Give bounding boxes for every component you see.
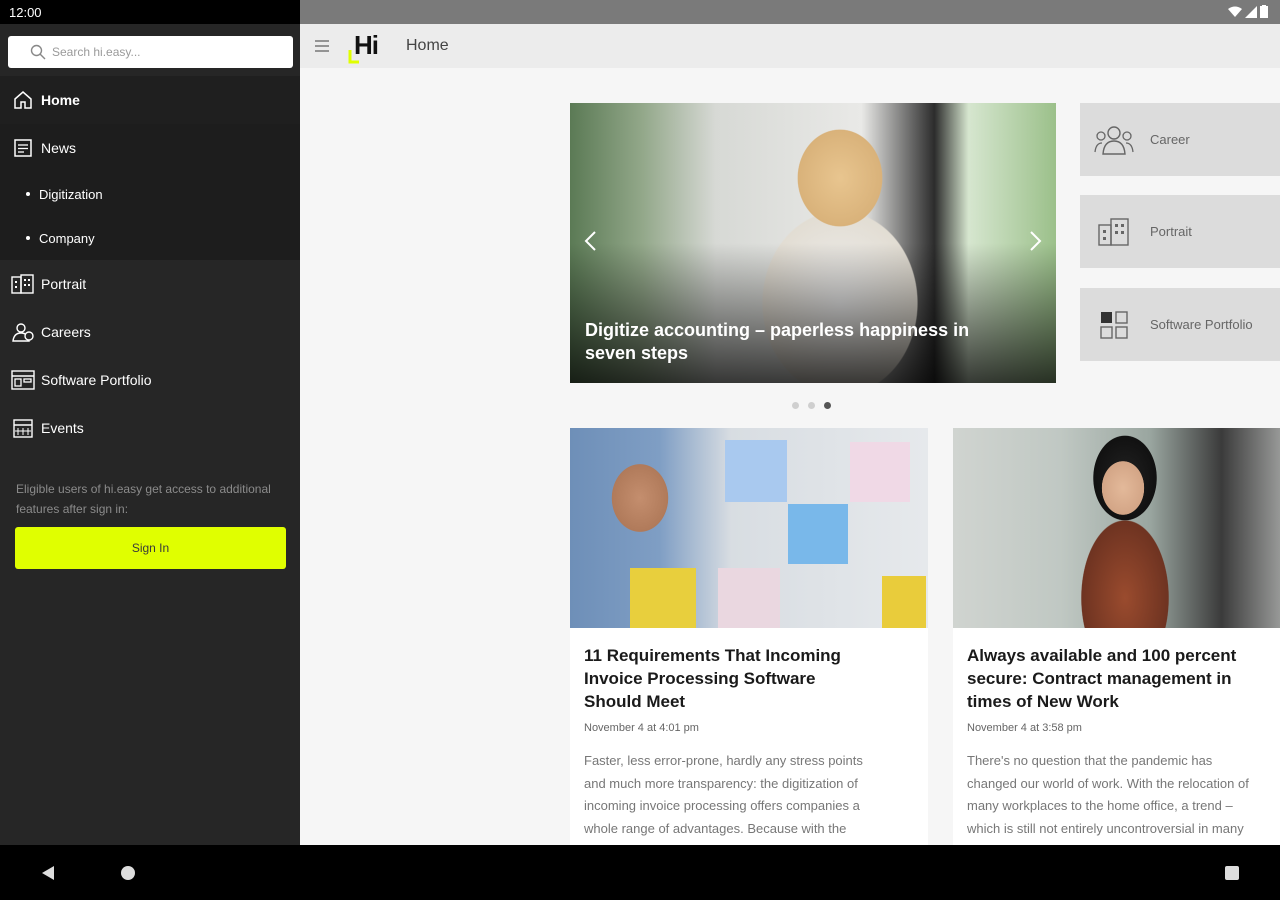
recents-button[interactable] bbox=[1220, 861, 1244, 885]
article-title[interactable]: Always available and 100 percent secure:… bbox=[967, 644, 1280, 713]
screen: 12:00 Home bbox=[0, 0, 1280, 900]
status-bar-right bbox=[300, 0, 1280, 24]
tile-software-portfolio[interactable]: Software Portfolio bbox=[1080, 288, 1280, 361]
portfolio-icon bbox=[11, 368, 35, 392]
battery-icon bbox=[1260, 5, 1268, 18]
article-card[interactable]: 11 Requirements That Incoming Invoice Pr… bbox=[570, 428, 928, 845]
sidebar-subitem-company[interactable]: Company bbox=[0, 216, 300, 260]
tile-label: Portrait bbox=[1150, 224, 1192, 239]
sidebar-item-label: Events bbox=[41, 420, 84, 436]
logo-mark-icon bbox=[348, 50, 359, 64]
tile-portrait[interactable]: Portrait bbox=[1080, 195, 1280, 268]
sidebar-subitem-label: Digitization bbox=[39, 186, 103, 202]
carousel-dot[interactable] bbox=[792, 402, 799, 409]
sidebar-item-label: News bbox=[41, 140, 77, 156]
sidebar-item-label: Portrait bbox=[41, 276, 87, 292]
back-triangle-icon bbox=[42, 866, 54, 880]
status-icons bbox=[1228, 5, 1268, 18]
hamburger-icon bbox=[315, 40, 329, 52]
bullet-icon bbox=[26, 192, 30, 196]
tile-career[interactable]: Career bbox=[1080, 103, 1280, 176]
recents-square-icon bbox=[1225, 866, 1239, 880]
sidebar-item-portrait[interactable]: Portrait bbox=[0, 260, 300, 308]
search-input[interactable] bbox=[52, 45, 282, 59]
sidebar-item-careers[interactable]: Careers bbox=[0, 308, 300, 356]
search-box[interactable] bbox=[8, 36, 293, 68]
sidebar-nav: Home News Digitization Company Portrait … bbox=[0, 76, 300, 452]
home-circle-icon bbox=[121, 866, 135, 880]
chevron-left-icon bbox=[584, 231, 596, 251]
sidebar-item-label: Software Portfolio bbox=[41, 372, 152, 388]
sidebar-item-home[interactable]: Home bbox=[0, 76, 300, 124]
sidebar-item-label: Home bbox=[41, 92, 80, 108]
calendar-icon bbox=[11, 416, 35, 440]
article-date: November 4 at 4:01 pm bbox=[584, 722, 699, 734]
app-logo[interactable]: Hi bbox=[344, 24, 390, 68]
article-title[interactable]: 11 Requirements That Incoming Invoice Pr… bbox=[584, 644, 914, 713]
article-body: Always available and 100 percent secure:… bbox=[953, 628, 1280, 845]
article-card[interactable]: Always available and 100 percent secure:… bbox=[953, 428, 1280, 845]
carousel-next-button[interactable] bbox=[1018, 223, 1054, 259]
carousel-dots bbox=[792, 402, 831, 409]
article-body: 11 Requirements That Incoming Invoice Pr… bbox=[570, 628, 928, 845]
app-bar: Hi Home bbox=[300, 24, 1280, 68]
people-icon bbox=[11, 320, 35, 344]
sidebar-subitem-label: Company bbox=[39, 230, 95, 246]
sign-in-button[interactable]: Sign In bbox=[15, 527, 286, 569]
signin-note: Eligible users of hi.easy get access to … bbox=[16, 482, 271, 516]
article-excerpt: Faster, less error-prone, hardly any str… bbox=[584, 753, 863, 836]
article-excerpt: There's no question that the pandemic ha… bbox=[967, 753, 1249, 836]
career-icon bbox=[1094, 120, 1134, 160]
bullet-icon bbox=[26, 236, 30, 240]
sidebar-item-news[interactable]: News bbox=[0, 124, 300, 172]
signal-icon bbox=[1245, 5, 1257, 18]
back-button[interactable] bbox=[36, 861, 60, 885]
sidebar-item-events[interactable]: Events bbox=[0, 404, 300, 452]
sidebar-subitem-digitization[interactable]: Digitization bbox=[0, 172, 300, 216]
news-group: News Digitization Company bbox=[0, 124, 300, 260]
carousel-dot[interactable] bbox=[808, 402, 815, 409]
chevron-right-icon bbox=[1030, 231, 1042, 251]
building-icon bbox=[11, 272, 35, 296]
building-icon bbox=[1094, 212, 1134, 252]
hero-carousel[interactable]: Digitize accounting – paperless happines… bbox=[570, 103, 1056, 383]
article-image bbox=[953, 428, 1280, 628]
sidebar-item-label: Careers bbox=[41, 324, 91, 340]
article-date: November 4 at 3:58 pm bbox=[967, 722, 1082, 734]
status-time: 12:00 bbox=[9, 5, 42, 20]
home-icon bbox=[11, 88, 35, 112]
article-image bbox=[570, 428, 928, 628]
news-icon bbox=[11, 136, 35, 160]
wifi-icon bbox=[1228, 6, 1242, 17]
home-button[interactable] bbox=[116, 861, 140, 885]
hero-title[interactable]: Digitize accounting – paperless happines… bbox=[585, 319, 1025, 365]
status-bar-left: 12:00 bbox=[0, 0, 300, 24]
software-portfolio-icon bbox=[1094, 305, 1134, 345]
tile-label: Career bbox=[1150, 132, 1190, 147]
tile-label: Software Portfolio bbox=[1150, 317, 1253, 332]
search-icon bbox=[30, 44, 46, 60]
menu-button[interactable] bbox=[300, 24, 344, 68]
page-title: Home bbox=[406, 37, 449, 54]
main-content: Digitize accounting – paperless happines… bbox=[300, 68, 1280, 845]
sidebar-item-software-portfolio[interactable]: Software Portfolio bbox=[0, 356, 300, 404]
system-nav-bar bbox=[0, 845, 1280, 900]
sidebar: Home News Digitization Company bbox=[0, 24, 300, 845]
carousel-dot-active[interactable] bbox=[824, 402, 831, 409]
carousel-prev-button[interactable] bbox=[572, 223, 608, 259]
